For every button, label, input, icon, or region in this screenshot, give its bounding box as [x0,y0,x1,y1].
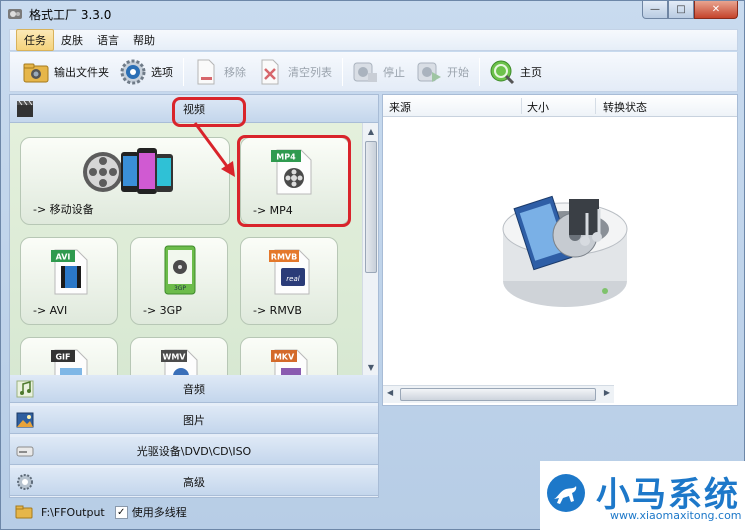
close-button[interactable]: ✕ [694,1,738,19]
tile-gif[interactable]: GIF [20,337,118,375]
tile-avi[interactable]: AVI -> AVI [20,237,118,325]
scroll-down-icon[interactable]: ▼ [363,359,379,375]
annotation-arrow-icon [193,122,235,177]
start-button[interactable]: 开始 [411,56,473,88]
home-globe-icon [488,58,516,86]
task-list: 来源 大小 转换状态 ◀ ▶ [382,94,738,406]
output-folder-label: 输出文件夹 [54,65,109,79]
clear-list-label: 清空列表 [288,65,332,79]
menu-language[interactable]: 语言 [90,30,126,50]
remove-file-icon [192,58,220,86]
category-audio-label: 音频 [183,382,205,396]
maximize-button[interactable]: □ [668,1,694,19]
tile-wmv[interactable]: WMV [130,337,228,375]
home-label: 主页 [520,65,542,79]
multithread-checkbox[interactable]: ✓ [114,505,128,519]
column-status[interactable]: 转换状态 [603,99,647,115]
watermark: 小马系统 www.xiaomaxitong.com [540,461,745,530]
wmv-file-icon: WMV [161,349,198,375]
category-picture-label: 图片 [183,413,205,427]
multithread-label: 使用多线程 [131,506,187,519]
mobile-devices-icon [83,148,173,194]
tile-mkv[interactable]: MKV [240,337,338,375]
avi-badge: AVI [56,253,71,262]
remove-label: 移除 [224,65,246,79]
category-rom-header[interactable]: 光驱设备\DVD\CD\ISO [10,437,378,465]
output-path[interactable]: F:\FFOutput [41,506,105,519]
tile-mobile-label: -> 移动设备 [33,203,94,216]
column-divider[interactable] [595,98,596,114]
toolbar-separator [479,57,480,86]
menu-skin[interactable]: 皮肤 [54,30,90,50]
mkv-badge: MKV [274,353,295,362]
home-button[interactable]: 主页 [484,56,546,88]
title-bar: 格式工厂 3.3.0 — □ ✕ [1,1,744,27]
app-logo-icon [8,9,22,19]
stop-label: 停止 [383,65,405,79]
stop-button[interactable]: 停止 [347,56,409,88]
category-audio-header[interactable]: 音频 [10,375,378,403]
mkv-file-icon: MKV [271,349,308,375]
toolbar-separator [183,57,184,86]
disc-drive-icon [16,446,34,457]
clear-list-icon [256,58,284,86]
start-icon [415,58,443,86]
picture-icon [16,412,34,428]
watermark-url: www.xiaomaxitong.com [610,509,742,522]
tile-rmvb-label: -> RMVB [253,304,302,317]
output-folder-button[interactable]: 输出文件夹 [18,56,113,88]
output-folder-icon [15,505,33,519]
rmvb-badge: RMVB [271,253,297,262]
music-note-icon [16,380,34,398]
stop-icon [351,58,379,86]
clear-list-button[interactable]: 清空列表 [252,56,336,88]
toolbar: 输出文件夹 选项 移除 清空列表 停止 开始 主页 [9,52,738,92]
rmvb-file-icon: real RMVB [269,249,310,295]
film-clapper-icon [17,100,33,117]
tile-3gp-label: -> 3GP [143,304,182,317]
menu-task[interactable]: 任务 [16,29,54,51]
3gp-badge: 3GP [174,285,186,292]
scroll-right-icon[interactable]: ▶ [604,388,610,397]
advanced-gear-icon [17,474,33,490]
avi-file-icon: AVI [51,249,88,295]
scroll-up-icon[interactable]: ▲ [363,123,379,139]
category-rom-label: 光驱设备\DVD\CD\ISO [136,444,252,458]
category-advanced-header[interactable]: 高级 [10,468,378,496]
gear-icon [119,58,147,86]
start-label: 开始 [447,65,469,79]
folder-camera-icon [22,58,50,86]
tile-3gp[interactable]: 3GP -> 3GP [130,237,228,325]
menu-bar: 任务 皮肤 语言 帮助 [9,29,738,51]
horse-logo-icon [547,474,585,512]
tiles-scrollbar[interactable]: ▲ ▼ [362,123,378,375]
app-window: 格式工厂 3.3.0 — □ ✕ 任务 皮肤 语言 帮助 输出文件夹 选项 移除… [0,0,745,530]
annotation-highlight-mp4 [237,135,351,227]
column-divider[interactable] [521,98,522,114]
toolbar-separator [342,57,343,86]
task-list-hscrollbar[interactable]: ◀ ▶ [383,385,614,403]
tile-avi-label: -> AVI [33,304,68,317]
hscroll-thumb[interactable] [400,388,596,401]
minimize-button[interactable]: — [642,1,668,19]
column-size[interactable]: 大小 [527,99,549,115]
gif-file-icon: GIF [51,349,88,375]
scroll-left-icon[interactable]: ◀ [387,388,393,397]
task-list-header: 来源 大小 转换状态 [383,95,737,117]
category-picture-header[interactable]: 图片 [10,406,378,434]
category-advanced-label: 高级 [183,475,205,489]
menu-help[interactable]: 帮助 [126,30,162,50]
column-source[interactable]: 来源 [389,99,411,115]
wmv-badge: WMV [163,353,187,362]
window-title: 格式工厂 3.3.0 [29,8,112,22]
format-factory-logo-icon [502,195,628,307]
real-badge: real [286,275,299,283]
scrollbar-thumb[interactable] [365,141,377,273]
options-label: 选项 [151,65,173,79]
options-button[interactable]: 选项 [115,56,177,88]
3gp-file-icon: 3GP [164,245,196,295]
tile-rmvb[interactable]: real RMVB -> RMVB [240,237,338,325]
remove-button[interactable]: 移除 [188,56,250,88]
gif-badge: GIF [55,353,70,362]
